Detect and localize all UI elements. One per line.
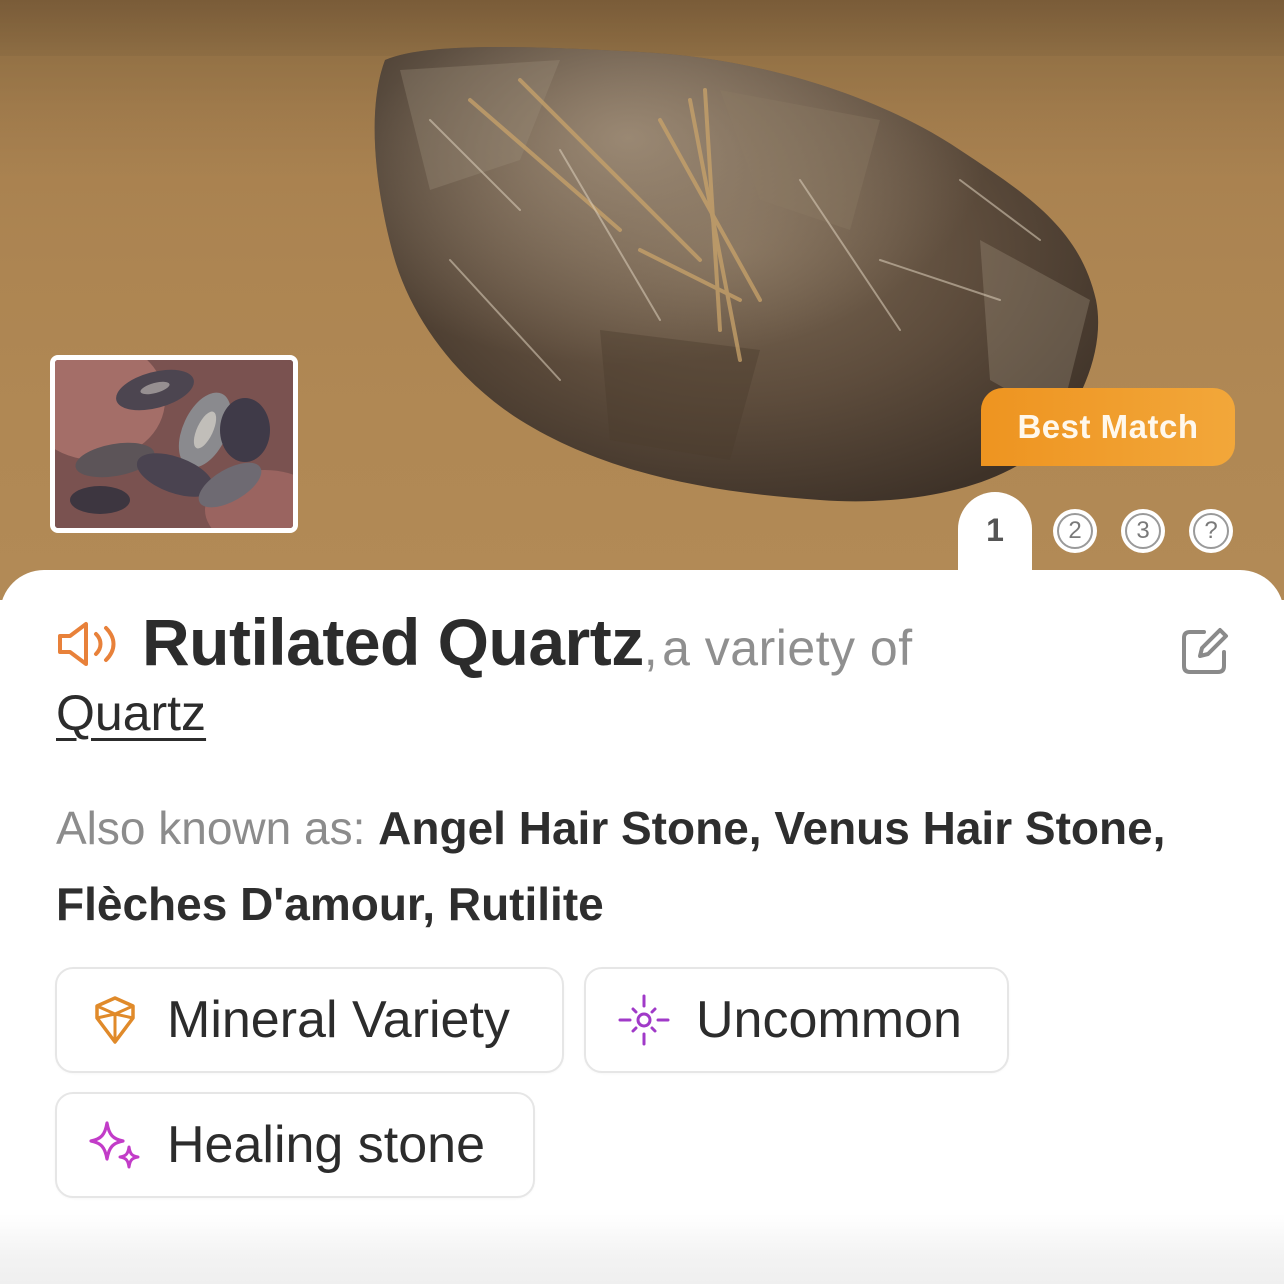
pager-tab-label: ?: [1193, 513, 1229, 549]
best-match-badge: Best Match: [981, 388, 1235, 466]
edit-icon[interactable]: [1178, 626, 1230, 678]
chip-healing-stone[interactable]: Healing stone: [55, 1092, 535, 1198]
chip-mineral-variety[interactable]: Mineral Variety: [55, 967, 564, 1073]
pager-tab-3[interactable]: 3: [1121, 509, 1165, 553]
chip-uncommon[interactable]: Uncommon: [584, 967, 1009, 1073]
pager-tab-1[interactable]: 1: [958, 492, 1032, 582]
chip-label: Healing stone: [167, 1116, 485, 1174]
result-title: Rutilated Quartz, a variety of: [142, 604, 913, 680]
pager-tab-unknown[interactable]: ?: [1189, 509, 1233, 553]
bottom-fade: [0, 1214, 1284, 1284]
also-known-as: Also known as: Angel Hair Stone, Venus H…: [56, 790, 1236, 942]
sparkles-icon: [89, 1121, 140, 1169]
pager-tab-label: 3: [1125, 513, 1161, 549]
pager-tab-2[interactable]: 2: [1053, 509, 1097, 553]
aka-label: Also known as:: [56, 802, 366, 854]
variety-prefix: a variety of: [662, 620, 913, 676]
speaker-icon[interactable]: [56, 618, 128, 670]
gem-outline-icon: [95, 996, 135, 1044]
result-pager: 1 2 3 ?: [0, 492, 1284, 582]
pager-tab-label: 1: [986, 512, 1004, 548]
chip-label: Uncommon: [696, 991, 962, 1049]
result-name: Rutilated Quartz: [142, 605, 644, 679]
parent-species-link[interactable]: Quartz: [56, 684, 206, 742]
pager-tab-label: 2: [1057, 513, 1093, 549]
sparkle-burst-icon: [618, 994, 670, 1046]
chip-label: Mineral Variety: [167, 991, 510, 1049]
title-separator: ,: [643, 620, 658, 676]
